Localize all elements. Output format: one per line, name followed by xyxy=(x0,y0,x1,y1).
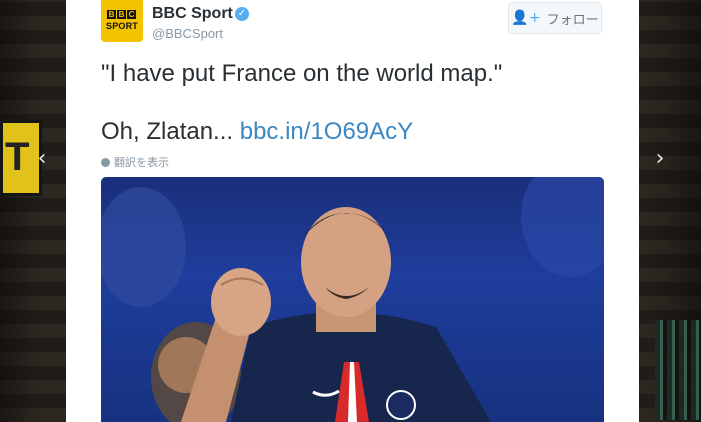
next-arrow-icon[interactable]: › xyxy=(650,147,670,171)
logo-letter: B xyxy=(107,10,116,19)
logo-letter: C xyxy=(127,10,136,19)
bbc-logo: B B C xyxy=(107,10,136,19)
tweet-text-line1: "I have put France on the world map." xyxy=(101,60,503,87)
tweet-link[interactable]: bbc.in/1O69AcY xyxy=(240,118,413,145)
author-handle[interactable]: @BBCSport xyxy=(152,26,223,41)
tweet-card: B B C SPORT BBC Sport ✓ @BBCSport 👤+ フォロ… xyxy=(66,0,639,422)
translate-link[interactable]: 翻訳を表示 xyxy=(101,154,169,170)
logo-letter: B xyxy=(117,10,126,19)
translate-label: 翻訳を表示 xyxy=(114,157,169,169)
globe-icon xyxy=(101,157,110,167)
author-name[interactable]: BBC Sport xyxy=(152,5,233,23)
follow-button-label: フォロー xyxy=(546,11,599,27)
add-user-icon: 👤+ xyxy=(511,10,541,26)
background-sign-text: T xyxy=(5,135,30,179)
verified-badge-icon: ✓ xyxy=(235,7,249,21)
tweet-text-line2: Oh, Zlatan... bbc.in/1O69AcY xyxy=(101,117,413,147)
tweet-photo[interactable] xyxy=(101,177,604,422)
background-deco xyxy=(655,320,701,420)
previous-arrow-icon[interactable]: ‹ xyxy=(32,147,52,171)
avatar[interactable]: B B C SPORT xyxy=(101,0,143,42)
logo-sport-text: SPORT xyxy=(106,21,139,31)
tweet-text-prefix: Oh, Zlatan... xyxy=(101,118,234,145)
player-photo-art xyxy=(101,177,604,422)
follow-button[interactable]: 👤+ フォロー xyxy=(508,2,602,34)
